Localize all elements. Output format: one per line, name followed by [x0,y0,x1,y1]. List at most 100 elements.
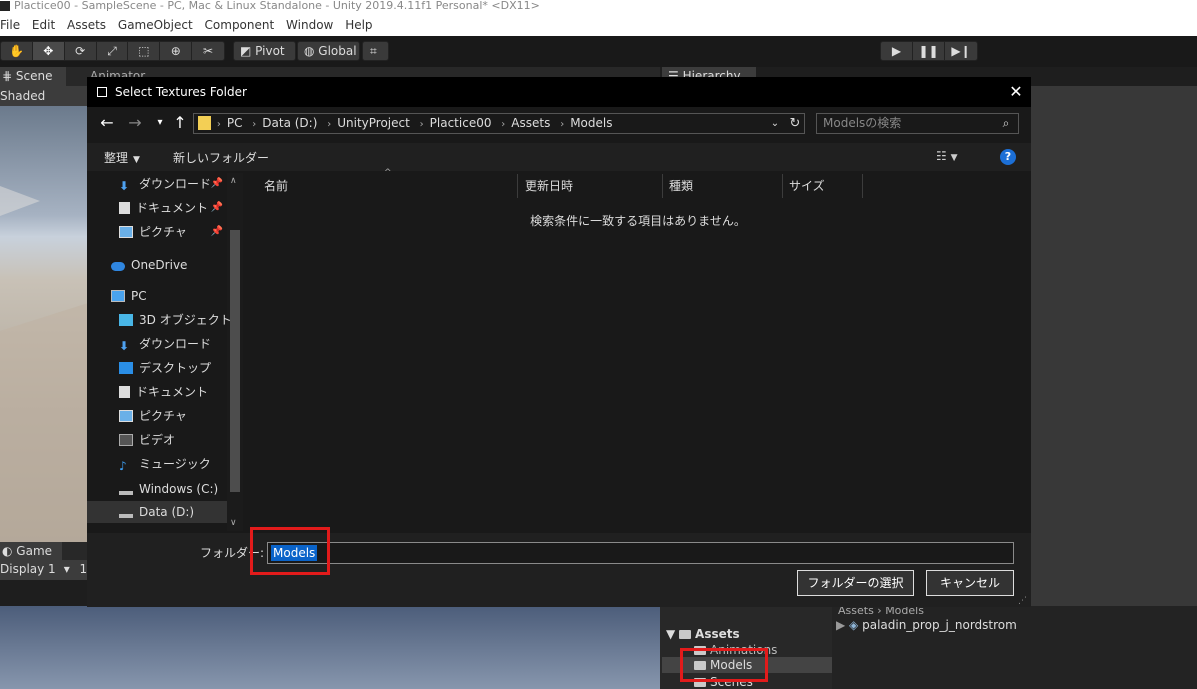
nav-label: Windows (C:) [139,482,219,496]
breadcrumb-pc[interactable]: PC [227,116,243,130]
menu-help[interactable]: Help [345,15,376,32]
nav-item-quick-documents[interactable]: ドキュメント 📌 [87,197,227,219]
organize-button[interactable]: 整理 ▼ [104,149,140,166]
step-icon[interactable]: ▶❙ [945,42,977,60]
nav-label: ダウンロード [139,177,212,191]
column-modified[interactable]: 更新日時 [521,174,663,198]
search-placeholder: Modelsの検索 [823,116,902,130]
transform-tools: ✋ ✥ ⟳ ⤢ ⬚ ⊕ ✂ [0,41,225,61]
scroll-up-icon[interactable]: ∧ [230,176,237,186]
breadcrumb-sep-icon: › [560,119,565,130]
shading-mode-dropdown[interactable]: Shaded [0,89,45,103]
pivot-toggle[interactable]: ◩ Pivot [233,41,296,61]
menu-file[interactable]: File [0,15,24,32]
recent-chevron-icon[interactable]: ▾ [149,112,171,134]
hand-tool-icon[interactable]: ✋ [1,42,33,60]
document-icon [119,386,130,398]
pin-icon: 📌 [210,178,223,189]
nav-item-windows-c[interactable]: Windows (C:) [87,478,227,500]
global-toggle[interactable]: ◍ Global [297,41,360,61]
pictures-icon [119,410,133,422]
back-arrow-icon[interactable]: ← [96,112,118,134]
nav-item-desktop[interactable]: デスクトップ [87,357,227,379]
tab-game[interactable]: ◐ Game [0,542,62,560]
desktop-icon [119,362,133,374]
address-dropdown-icon[interactable]: ⌄ [767,113,783,134]
highlight-box-models-tree [680,648,768,682]
menu-component[interactable]: Component [205,15,279,32]
menu-window[interactable]: Window [286,15,337,32]
rotate-tool-icon[interactable]: ⟳ [65,42,97,60]
scale-tool-icon[interactable]: ⤢ [97,42,129,60]
chevron-down-icon: ▼ [950,153,958,163]
menu-gameobject[interactable]: GameObject [118,15,197,32]
folder-icon [198,116,211,130]
scroll-down-icon[interactable]: ∨ [230,518,237,528]
organize-label: 整理 [104,151,129,165]
scene-tab-icon: ⋕ [2,69,16,83]
nav-item-pc[interactable]: PC [87,285,227,307]
pause-icon[interactable]: ❚❚ [913,42,945,60]
nav-item-quick-downloads[interactable]: ⬇ ダウンロード 📌 [87,173,227,195]
column-type[interactable]: 種類 [665,174,783,198]
nav-item-downloads[interactable]: ⬇ ダウンロード [87,333,227,355]
asset-label: paladin_prop_j_nordstrom [862,618,1017,632]
address-bar[interactable]: › PC › Data (D:) › UnityProject › Plactice00… [193,113,805,134]
nav-item-music[interactable]: ♪ ミュージック [87,453,227,475]
project-asset-list: Assets › Models ▶ ◈ paladin_prop_j_nords… [832,604,1197,689]
breadcrumb-data-d[interactable]: Data (D:) [262,116,317,130]
onedrive-cloud-icon [111,262,125,271]
nav-item-data-d[interactable]: Data (D:) [87,501,227,523]
play-icon[interactable]: ▶ [881,42,913,60]
display-dropdown[interactable]: Display 1 [0,562,56,576]
nav-label: 3D オブジェクト [139,313,232,327]
tree-item-assets-label: Assets [695,627,740,641]
nav-item-videos[interactable]: ビデオ [87,429,227,451]
nav-label: ビデオ [139,433,176,447]
gamepad-icon: ◐ [2,544,17,558]
resize-grip-icon[interactable]: ⋰ [1018,596,1027,606]
move-tool-icon[interactable]: ✥ [32,42,65,60]
nav-pane-scrollbar[interactable] [227,173,243,531]
pivot-label: Pivot [255,44,285,58]
view-options-button[interactable]: ☷ ▼ [936,149,958,163]
nav-item-quick-pictures[interactable]: ピクチャ 📌 [87,221,227,243]
breadcrumb-models[interactable]: Models [570,116,612,130]
transform-tool-icon[interactable]: ⊕ [160,42,193,60]
select-folder-button[interactable]: フォルダーの選択 [797,570,914,596]
nav-label: ピクチャ [139,225,187,239]
game-viewport [0,606,660,689]
asset-row[interactable]: ▶ ◈ paladin_prop_j_nordstrom [836,617,1017,633]
new-folder-button[interactable]: 新しいフォルダー [173,149,269,166]
close-icon[interactable]: ✕ [1002,77,1030,107]
nav-item-documents[interactable]: ドキュメント [87,381,227,403]
nav-item-pictures[interactable]: ピクチャ [87,405,227,427]
breadcrumb-unityproject[interactable]: UnityProject [337,116,410,130]
highlight-box-folder-input [250,527,330,575]
scene-tab-label: Scene [15,69,53,83]
rect-tool-icon[interactable]: ⬚ [128,42,161,60]
breadcrumb-plactice00[interactable]: Plactice00 [430,116,492,130]
expand-arrow-icon: ▶ [836,618,850,632]
menu-assets[interactable]: Assets [67,15,110,32]
up-arrow-icon[interactable]: ↑ [169,112,191,134]
nav-label: デスクトップ [139,361,212,375]
help-icon[interactable]: ? [1000,149,1016,165]
tab-scene[interactable]: ⋕ Scene [0,67,66,86]
custom-tool-icon[interactable]: ✂ [192,42,224,60]
cancel-button[interactable]: キャンセル [926,570,1014,596]
menu-edit[interactable]: Edit [32,15,59,32]
nav-item-3d-objects[interactable]: 3D オブジェクト [87,309,232,331]
grid-snap-button[interactable]: ⌗ [362,41,389,61]
breadcrumb-assets[interactable]: Assets [511,116,550,130]
column-size[interactable]: サイズ [785,174,863,198]
forward-arrow-icon[interactable]: → [124,112,146,134]
pivot-icon: ◩ [240,44,256,58]
scrollbar-thumb[interactable] [230,230,240,492]
tree-item-assets[interactable]: ▼ Assets [666,626,740,642]
nav-item-onedrive[interactable]: OneDrive [87,254,227,276]
breadcrumb-sep-icon: › [501,119,506,130]
refresh-icon[interactable]: ↻ [786,113,804,134]
search-input[interactable]: Modelsの検索 [816,113,1019,134]
folder-name-input[interactable]: Models [267,542,1014,564]
